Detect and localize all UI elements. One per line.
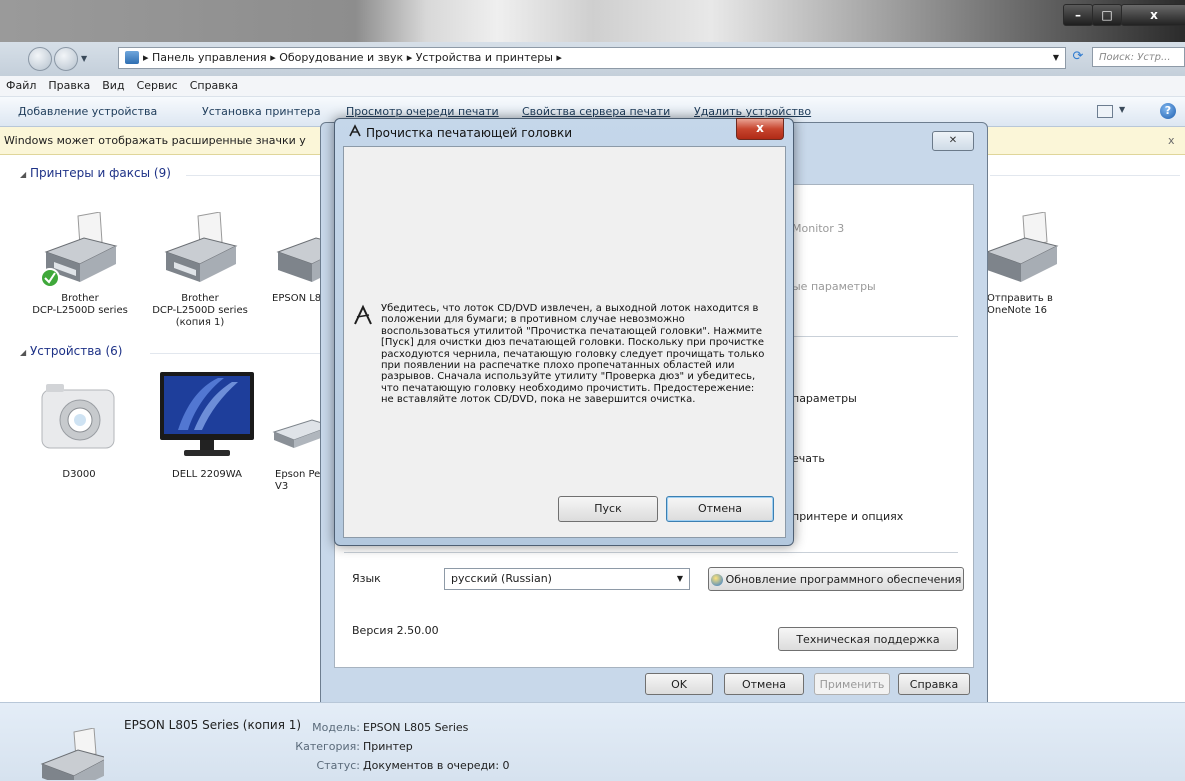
properties-partial-text-5[interactable]: принтере и опциях (792, 510, 903, 523)
printer-brother-copy-item[interactable] (160, 211, 240, 290)
selected-printer-icon (40, 728, 104, 780)
start-button[interactable]: Пуск (558, 496, 658, 522)
properties-close-button[interactable]: ✕ (932, 131, 974, 151)
menu-tools[interactable]: Сервис (131, 76, 184, 96)
breadcrumb-sep-icon: ▸ (270, 51, 280, 64)
language-select-value: русский (Russian) (451, 572, 552, 585)
devices-group-title[interactable]: Устройства (6) (30, 344, 122, 358)
info-bar-close-icon[interactable]: x (1168, 127, 1175, 154)
group-divider (150, 353, 326, 354)
printers-group-title[interactable]: Принтеры и факсы (9) (30, 166, 171, 180)
recent-pages-arrow-icon[interactable]: ▼ (81, 54, 87, 63)
chevron-down-icon: ▼ (676, 574, 683, 583)
head-cleaning-title: Прочистка печатающей головки (366, 126, 573, 140)
address-dropdown-icon[interactable]: ▼ (1053, 48, 1059, 68)
device-scanner-label: Epson Pe V3 (275, 469, 321, 492)
device-camera-item[interactable] (38, 380, 120, 454)
breadcrumb-devices-printers[interactable]: Устройства и принтеры (416, 51, 553, 64)
shield-icon (710, 574, 723, 586)
menu-help[interactable]: Справка (184, 76, 244, 96)
printer-icon (40, 211, 118, 288)
printer-onenote-label: Отправить в OneNote 16 (987, 293, 1053, 316)
apply-button[interactable]: Применить (814, 673, 890, 695)
update-software-button[interactable]: Обновление программного обеспечения (708, 567, 964, 591)
printer-icon (276, 237, 322, 282)
search-input[interactable]: Поиск: Устр... (1092, 47, 1185, 67)
version-text: Версия 2.50.00 (352, 624, 439, 637)
status-value: Документов в очереди: 0 (363, 759, 510, 772)
address-bar[interactable]: ▸ Панель управления ▸ Оборудование и зву… (118, 47, 1066, 69)
view-options-icon[interactable] (1097, 105, 1113, 118)
group-divider (990, 175, 1180, 176)
properties-help-button[interactable]: Справка (898, 673, 970, 695)
device-camera-label: D3000 (62, 469, 96, 480)
tech-support-button[interactable]: Техническая поддержка (778, 627, 958, 651)
printer-brother-copy-label: Brother DCP-L2500D series (копия 1) (152, 293, 248, 328)
scanner-icon (272, 419, 322, 448)
properties-partial-text-4[interactable]: ечать (792, 452, 825, 465)
collapse-triangle-icon[interactable]: ◢ (20, 170, 26, 179)
menu-edit[interactable]: Правка (42, 76, 96, 96)
menu-view[interactable]: Вид (96, 76, 130, 96)
printer-brother-item[interactable] (40, 211, 120, 290)
forward-button[interactable] (54, 47, 78, 71)
control-panel-icon (125, 51, 139, 64)
window-titlebar: – □ x (0, 0, 1185, 42)
menu-file[interactable]: Файл (0, 76, 42, 96)
devices-group-header: ◢ Устройства (6) (20, 344, 122, 358)
head-cleaning-message: Убедитесь, что лоток CD/DVD извлечен, а … (381, 303, 765, 406)
printer-brother-label: Brother DCP-L2500D series (32, 293, 128, 316)
model-value: EPSON L805 Series (363, 721, 469, 734)
close-window-button[interactable]: x (1121, 4, 1185, 26)
printer-icon (164, 211, 238, 282)
minimize-button[interactable]: – (1063, 4, 1093, 26)
background-window-ghost (470, 0, 640, 40)
breadcrumb-hardware-sound[interactable]: Оборудование и звук (279, 51, 403, 64)
properties-cancel-button[interactable]: Отмена (724, 673, 804, 695)
refresh-icon[interactable]: ⟳ (1068, 47, 1088, 67)
properties-partial-text-2: ые параметры (792, 280, 876, 293)
breadcrumb-control-panel[interactable]: Панель управления (152, 51, 267, 64)
help-icon[interactable]: ? (1160, 103, 1176, 119)
add-printer-button[interactable]: Установка принтера (202, 97, 321, 126)
ok-button[interactable]: OK (645, 673, 713, 695)
status-label: Статус: (316, 759, 360, 772)
cleaning-cancel-button[interactable]: Отмена (666, 496, 774, 522)
language-select[interactable]: русский (Russian) ▼ (444, 568, 690, 590)
collapse-triangle-icon[interactable]: ◢ (20, 348, 26, 357)
printer-onenote-item[interactable] (985, 211, 1065, 290)
details-pane (0, 702, 1185, 781)
category-label: Категория: (295, 740, 360, 753)
menu-bar: Файл Правка Вид Сервис Справка (0, 76, 1185, 97)
head-cleaning-icon (353, 304, 373, 326)
back-button[interactable] (28, 47, 52, 71)
update-software-label: Обновление программного обеспечения (725, 573, 962, 586)
selected-device-name: EPSON L805 Series (копия 1) (124, 718, 302, 732)
category-value: Принтер (363, 740, 413, 753)
properties-divider (344, 552, 958, 553)
printer-epson-item[interactable] (272, 236, 322, 290)
head-cleaning-close-button[interactable]: x (736, 118, 784, 140)
camera-icon (41, 384, 115, 449)
maximize-button[interactable]: □ (1092, 4, 1122, 26)
monitor-icon (160, 372, 254, 456)
info-bar-text: Windows может отображать расширенные зна… (4, 134, 306, 147)
model-label: Модель: (312, 721, 360, 734)
printers-group-header: ◢ Принтеры и факсы (9) (20, 166, 171, 180)
breadcrumb-sep-icon: ▸ (406, 51, 416, 64)
device-monitor-item[interactable] (158, 370, 256, 458)
properties-partial-text-1: Monitor 3 (792, 222, 845, 235)
device-monitor-label: DELL 2209WA (172, 469, 242, 480)
epson-app-icon (348, 124, 362, 138)
view-dropdown-icon[interactable]: ▼ (1119, 105, 1125, 114)
breadcrumb-sep-icon: ▸ (556, 51, 562, 64)
add-device-button[interactable]: Добавление устройства (18, 97, 157, 126)
breadcrumb-sep-icon: ▸ (143, 51, 153, 64)
properties-divider (792, 336, 958, 337)
device-scanner-item[interactable] (272, 412, 322, 452)
printer-icon (985, 211, 1059, 282)
properties-partial-text-3[interactable]: параметры (792, 392, 857, 405)
group-divider (186, 175, 326, 176)
language-label: Язык (352, 572, 381, 585)
